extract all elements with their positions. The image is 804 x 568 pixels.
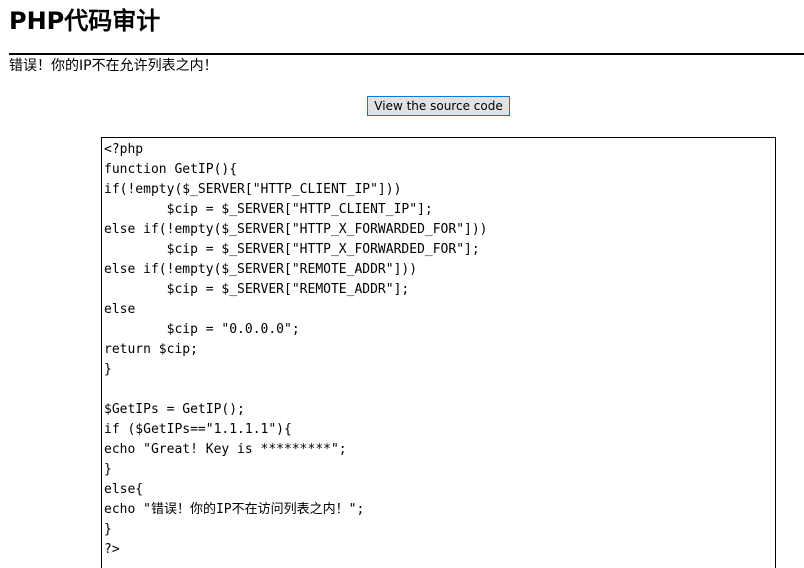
code-line: echo "错误！你的IP不在访问列表之内！"; (104, 502, 365, 517)
code-line: } (104, 462, 112, 477)
page-title: PHP代码审计 (9, 7, 161, 35)
code-line: else{ (104, 482, 144, 497)
code-line: $cip = $_SERVER["HTTP_CLIENT_IP"]; (104, 202, 433, 217)
code-line: else if(!empty($_SERVER["HTTP_X_FORWARDE… (104, 222, 488, 237)
title-divider (9, 53, 804, 55)
code-line: function GetIP(){ (104, 162, 238, 177)
code-line: if(!empty($_SERVER["HTTP_CLIENT_IP"])) (104, 182, 402, 197)
code-line: $cip = "0.0.0.0"; (104, 322, 300, 337)
code-line: return $cip; (104, 342, 198, 357)
code-line: else (104, 302, 136, 317)
code-line: $cip = $_SERVER["REMOTE_ADDR"]; (104, 282, 410, 297)
error-message: 错误！你的IP不在允许列表之内！ (9, 58, 218, 74)
code-line: $GetIPs = GetIP(); (104, 402, 245, 417)
code-line: if ($GetIPs=="1.1.1.1"){ (104, 422, 292, 437)
code-line: echo "Great! Key is *********"; (104, 442, 347, 457)
view-source-button[interactable]: View the source code (367, 96, 510, 116)
code-line: ?> (104, 542, 120, 557)
code-line: else if(!empty($_SERVER["REMOTE_ADDR"])) (104, 262, 418, 277)
code-line: <?php (104, 142, 144, 157)
code-line: } (104, 362, 112, 377)
source-code-box: <?php function GetIP(){ if(!empty($_SERV… (101, 137, 776, 568)
code-line: $cip = $_SERVER["HTTP_X_FORWARDED_FOR"]; (104, 242, 480, 257)
code-line: } (104, 522, 112, 537)
